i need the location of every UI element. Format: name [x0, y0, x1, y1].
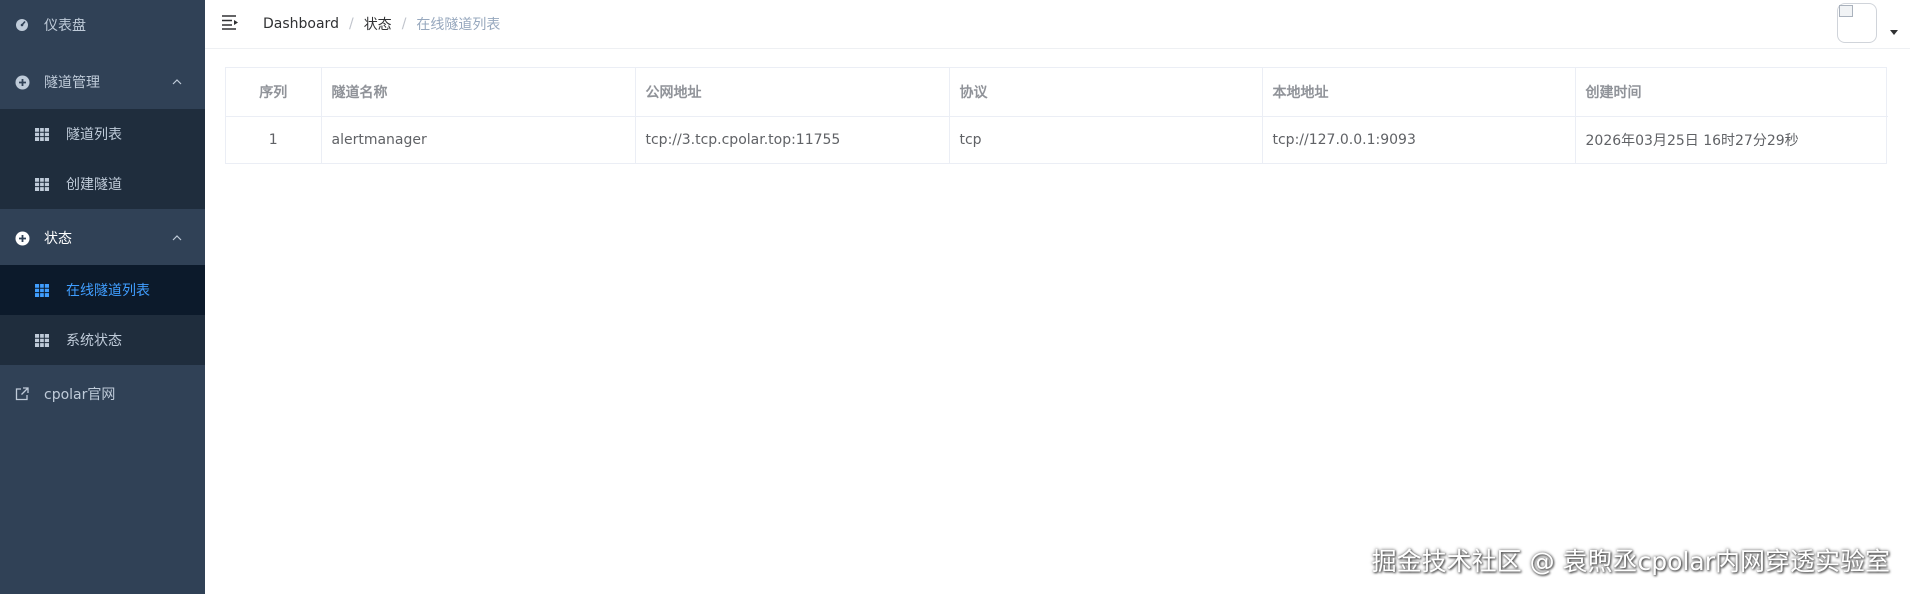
cell-tunnel-name: alertmanager [321, 116, 636, 163]
menu-dashboard-label: 仪表盘 [44, 18, 86, 34]
table-grid-icon [34, 282, 50, 298]
cell-protocol: tcp [949, 116, 1263, 163]
broken-image-icon [1839, 5, 1853, 17]
menu-online-tunnel-list[interactable]: 在线隧道列表 [0, 265, 205, 315]
breadcrumb-status[interactable]: 状态 [364, 14, 392, 34]
cell-local-address: tcp://127.0.0.1:9093 [1262, 116, 1576, 163]
cell-index: 1 [226, 116, 322, 163]
menu-online-tunnel-list-label: 在线隧道列表 [66, 283, 150, 299]
breadcrumb: Dashboard / 状态 / 在线隧道列表 [263, 14, 500, 34]
chevron-up-icon [172, 79, 182, 85]
header-index: 序列 [226, 68, 322, 117]
breadcrumb-separator: / [348, 16, 354, 32]
menu-status[interactable]: 状态 [0, 213, 205, 263]
caret-down-icon[interactable] [1890, 30, 1898, 36]
menu-tunnel-management[interactable]: 隧道管理 [0, 57, 205, 107]
menu-system-status-label: 系统状态 [66, 333, 122, 349]
menu-cpolar-website[interactable]: cpolar官网 [0, 369, 205, 419]
breadcrumb-dashboard[interactable]: Dashboard [263, 16, 339, 32]
watermark: 掘金技术社区 @ 袁煦丞cpolar内网穿透实验室 [1371, 547, 1890, 576]
chevron-up-icon [172, 235, 182, 241]
external-link-icon [14, 386, 30, 402]
plus-circle-icon [14, 230, 30, 246]
hamburger-menu-icon[interactable] [221, 13, 241, 31]
menu-status-label: 状态 [44, 231, 72, 247]
table-grid-icon [34, 126, 50, 142]
cell-created-time: 2026年03月25日 16时27分29秒 [1585, 132, 1799, 149]
menu-dashboard[interactable]: 仪表盘 [0, 0, 205, 50]
breadcrumb-separator: / [401, 16, 407, 32]
avatar[interactable] [1837, 3, 1877, 43]
table-row: 1 alertmanager tcp://3.tcp.cpolar.top:11… [226, 116, 1888, 163]
header-created-time: 创建时间 [1575, 68, 1888, 117]
menu-create-tunnel[interactable]: 创建隧道 [0, 159, 205, 209]
table-grid-icon [34, 176, 50, 192]
plus-circle-icon [14, 74, 30, 90]
cell-public-address: tcp://3.tcp.cpolar.top:11755 [635, 116, 950, 163]
table-grid-icon [34, 332, 50, 348]
table-header-row: 序列 隧道名称 公网地址 协议 本地地址 创建时间 [226, 68, 1888, 117]
menu-cpolar-website-label: cpolar官网 [44, 387, 116, 403]
sidebar: 仪表盘 隧道管理 隧道列表 创建隧道 状态 在线隧道列表 系统状态 cpolar… [0, 0, 205, 594]
breadcrumb-current: 在线隧道列表 [416, 17, 501, 33]
menu-tunnel-list[interactable]: 隧道列表 [0, 109, 205, 159]
online-tunnel-table: 序列 隧道名称 公网地址 协议 本地地址 创建时间 1 alertmanager… [225, 67, 1888, 164]
menu-tunnel-list-label: 隧道列表 [66, 127, 122, 143]
header-protocol: 协议 [949, 68, 1263, 117]
header-tunnel-name: 隧道名称 [321, 68, 636, 117]
menu-system-status[interactable]: 系统状态 [0, 315, 205, 365]
menu-create-tunnel-label: 创建隧道 [66, 177, 122, 193]
menu-tunnel-management-label: 隧道管理 [44, 75, 100, 91]
header-public-address: 公网地址 [635, 68, 950, 117]
dashboard-gauge-icon [14, 17, 30, 33]
header-local-address: 本地地址 [1262, 68, 1576, 117]
navbar: Dashboard / 状态 / 在线隧道列表 [205, 0, 1910, 49]
